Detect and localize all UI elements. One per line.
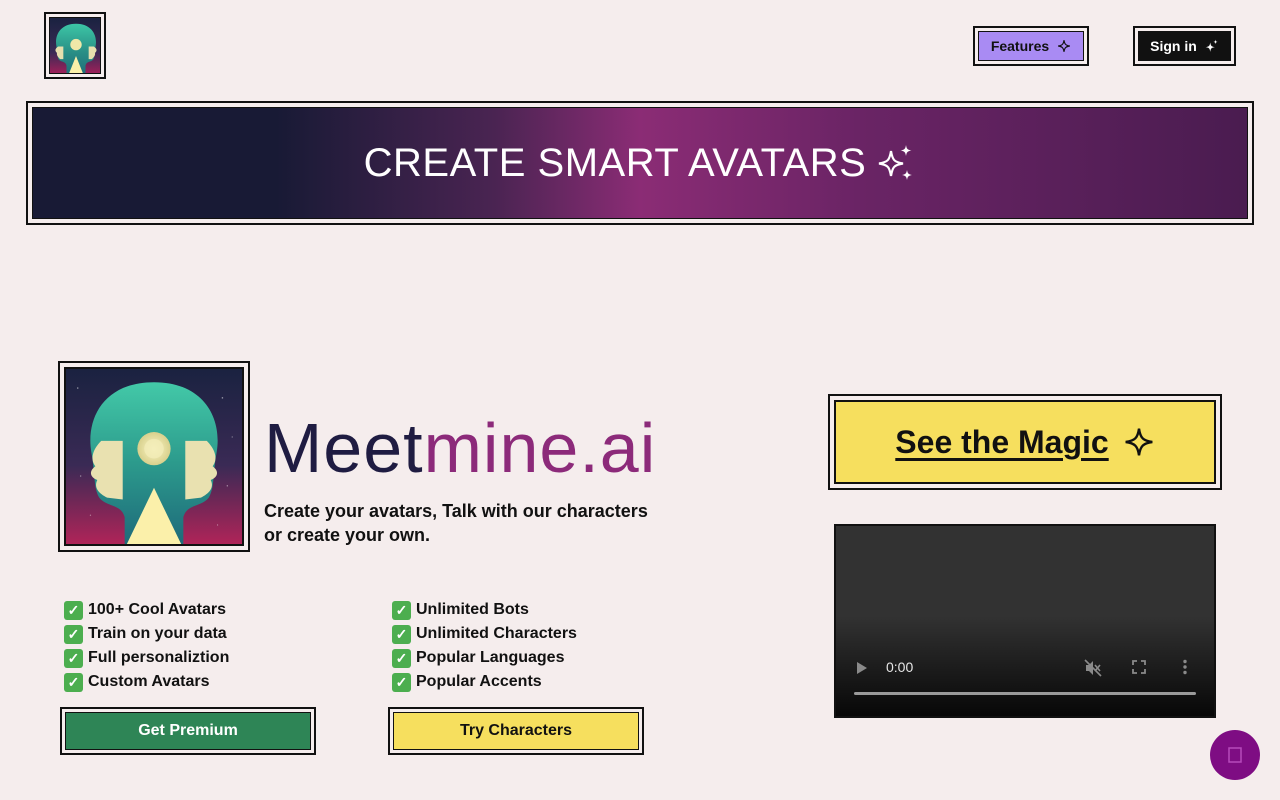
feature-item-label: Unlimited Characters — [416, 625, 577, 642]
check-icon: ✓ — [392, 648, 411, 668]
features-button-inner: Features — [978, 31, 1084, 61]
feature-item: ✓ 100+ Cool Avatars — [64, 598, 229, 622]
check-icon: ✓ — [64, 672, 83, 692]
brand-part-mine: mine.ai — [423, 409, 657, 487]
site-logo[interactable] — [44, 12, 106, 79]
video-time: 0:00 — [886, 659, 914, 675]
sparkles-icon — [879, 145, 913, 180]
get-premium-button[interactable]: Get Premium — [60, 707, 316, 755]
fullscreen-icon[interactable] — [1132, 660, 1146, 674]
feature-item: ✓ Popular Languages — [392, 646, 577, 670]
feature-item: ✓ Popular Accents — [392, 670, 577, 694]
features-button[interactable]: Features — [973, 26, 1089, 66]
feature-item-label: Train on your data — [88, 625, 227, 642]
sign-in-button-label: Sign in — [1150, 38, 1197, 54]
see-the-magic-button-inner: See the Magic — [834, 400, 1216, 484]
feature-item-label: Popular Accents — [416, 673, 542, 690]
more-options-icon[interactable] — [1182, 659, 1188, 675]
video-progress-track[interactable] — [854, 692, 1196, 695]
check-icon: ✓ — [392, 672, 411, 692]
check-icon: ✓ — [64, 648, 83, 668]
get-premium-button-label: Get Premium — [65, 712, 311, 750]
feature-item: ✓ Unlimited Bots — [392, 598, 577, 622]
hero-tagline: Create your avatars, Talk with our chara… — [264, 501, 648, 545]
chat-icon — [1228, 747, 1242, 763]
feature-item: ✓ Train on your data — [64, 622, 229, 646]
feature-item-label: Popular Languages — [416, 649, 565, 666]
video-controls: 0:00 — [836, 656, 1214, 680]
see-the-magic-label: See the Magic — [895, 423, 1109, 460]
try-characters-button-label: Try Characters — [393, 712, 639, 750]
check-icon: ✓ — [64, 600, 83, 620]
avatar-illustration-inner — [64, 367, 244, 546]
check-icon: ✓ — [64, 624, 83, 644]
feature-item-label: Custom Avatars — [88, 673, 210, 690]
sparkle-icon — [1058, 40, 1071, 52]
muted-icon[interactable] — [1084, 659, 1102, 677]
check-icon: ✓ — [392, 600, 411, 620]
feature-list-left: ✓ 100+ Cool Avatars ✓ Train on your data ✓… — [64, 598, 229, 694]
feature-list-right: ✓ Unlimited Bots ✓ Unlimited Characters ✓ P… — [392, 598, 577, 694]
brand-part-meet: Meet — [264, 409, 424, 487]
logo-image — [49, 17, 101, 74]
feature-item: ✓ Custom Avatars — [64, 670, 229, 694]
hero-banner: CREATE SMART AVATARS — [26, 101, 1254, 225]
feature-item-label: 100+ Cool Avatars — [88, 601, 226, 618]
banner-title: CREATE SMART AVATARS — [363, 140, 867, 185]
see-the-magic-button[interactable]: See the Magic — [828, 394, 1222, 490]
avatar-illustration — [58, 361, 250, 552]
chat-widget-button[interactable] — [1210, 730, 1260, 780]
sparkle-icon — [1125, 428, 1153, 456]
demo-video-player[interactable]: 0:00 — [834, 524, 1216, 718]
sparkles-icon — [1205, 39, 1218, 52]
sign-in-button[interactable]: Sign in — [1133, 26, 1236, 66]
feature-item: ✓ Full personaliztion — [64, 646, 229, 670]
feature-item-label: Unlimited Bots — [416, 601, 529, 618]
try-characters-button[interactable]: Try Characters — [388, 707, 644, 755]
features-button-label: Features — [990, 38, 1050, 54]
play-icon[interactable] — [856, 661, 868, 675]
feature-item-label: Full personaliztion — [88, 649, 230, 666]
brand-wordmark: Meetmine.ai — [264, 408, 656, 488]
sign-in-button-inner: Sign in — [1138, 31, 1231, 61]
check-icon: ✓ — [392, 624, 411, 644]
hero-banner-inner: CREATE SMART AVATARS — [32, 107, 1248, 219]
feature-item: ✓ Unlimited Characters — [392, 622, 577, 646]
